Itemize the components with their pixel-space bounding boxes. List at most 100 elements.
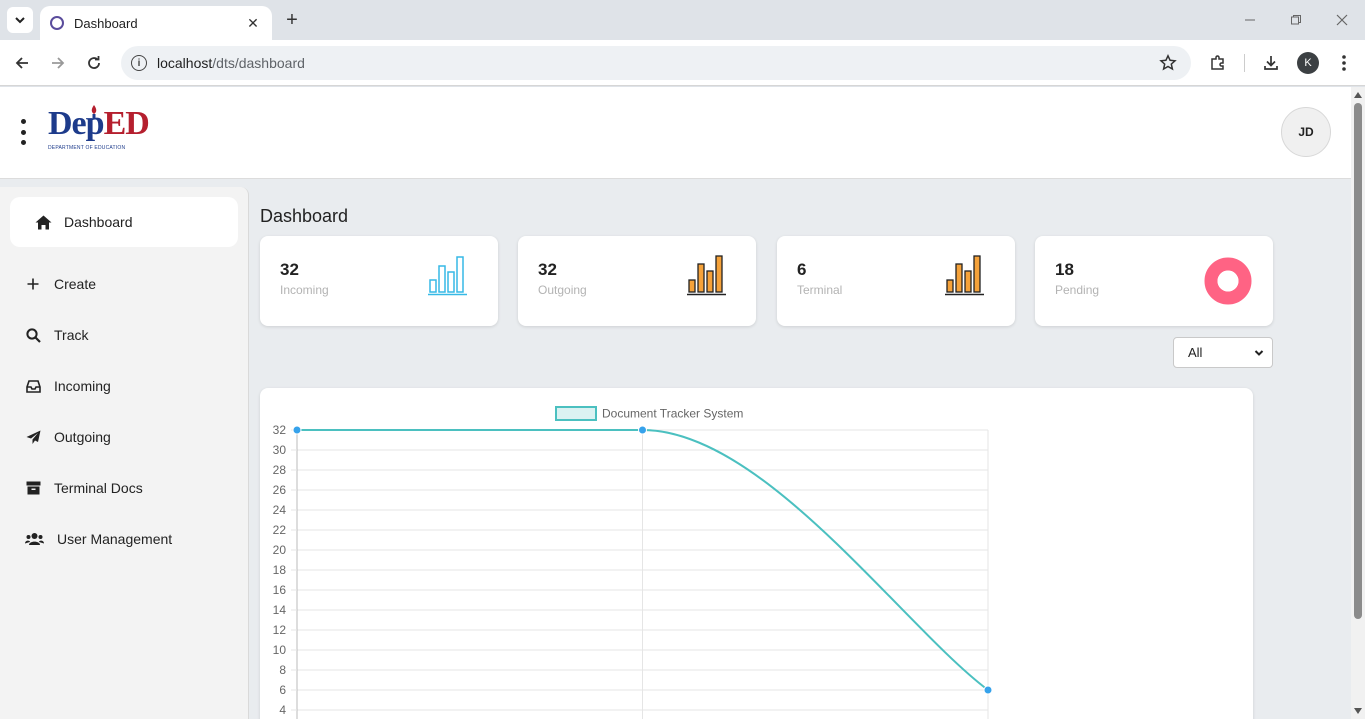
sidebar-item-track[interactable]: Track xyxy=(10,310,238,360)
profile-avatar[interactable]: K xyxy=(1297,52,1319,74)
close-window-icon[interactable] xyxy=(1330,8,1354,32)
sidebar-item-label: Outgoing xyxy=(54,429,111,445)
app-header: DepED DEPARTMENT OF EDUCATION JD xyxy=(0,87,1351,179)
sidebar-item-label: User Management xyxy=(57,531,173,547)
page-viewport: DepED DEPARTMENT OF EDUCATION JD Dashboa… xyxy=(0,87,1351,719)
sidebar-toggle-icon[interactable] xyxy=(18,119,28,145)
page-title: Dashboard xyxy=(260,206,349,226)
close-tab-icon[interactable]: ✕ xyxy=(244,15,262,32)
browser-tab-strip: Dashboard ✕ + xyxy=(0,0,1365,40)
sidebar-item-create[interactable]: Create xyxy=(10,259,238,309)
y-tick-label: 16 xyxy=(273,583,287,597)
y-tick-label: 20 xyxy=(273,543,287,557)
y-tick-label: 30 xyxy=(273,443,287,457)
data-point xyxy=(292,425,302,435)
paper-plane-icon xyxy=(24,428,42,446)
torch-icon xyxy=(91,105,97,119)
logo-text-ed: ED xyxy=(103,105,150,142)
sidebar-item-label: Terminal Docs xyxy=(54,480,143,496)
stat-card-pending[interactable]: 18 Pending xyxy=(1035,236,1273,326)
minimize-icon[interactable] xyxy=(1238,8,1262,32)
url-path: /dts/dashboard xyxy=(212,55,305,71)
scroll-up-icon[interactable] xyxy=(1354,92,1362,98)
chevron-down-icon xyxy=(1254,350,1264,356)
stat-card-terminal[interactable]: 6 Terminal xyxy=(777,236,1015,326)
reload-button[interactable] xyxy=(81,50,107,76)
browser-toolbar: i localhost/dts/dashboard xyxy=(0,40,1365,86)
sidebar-item-user-management[interactable]: User Management xyxy=(10,514,238,564)
line-chart: Document Tracker System 32 30 28 26 24 22 20 18 1… xyxy=(273,406,993,719)
browser-menu-button[interactable] xyxy=(1331,50,1357,76)
tab-search-button[interactable] xyxy=(7,7,33,33)
favicon-icon xyxy=(50,16,64,30)
arrow-left-icon xyxy=(15,57,28,69)
stat-card-outgoing[interactable]: 32 Outgoing xyxy=(518,236,756,326)
stat-value: 32 xyxy=(280,260,299,279)
bookmark-star-icon[interactable] xyxy=(1159,54,1177,72)
y-tick-label: 14 xyxy=(273,603,287,617)
home-icon xyxy=(34,213,52,231)
scroll-down-icon[interactable] xyxy=(1354,708,1362,714)
logo-subtitle: DEPARTMENT OF EDUCATION xyxy=(48,145,126,151)
filter-select[interactable]: All xyxy=(1173,337,1273,368)
data-point xyxy=(638,425,647,435)
data-point xyxy=(983,685,993,695)
deped-logo: DepED DEPARTMENT OF EDUCATION xyxy=(48,105,150,159)
sidebar-item-incoming[interactable]: Incoming xyxy=(10,361,238,411)
restore-icon[interactable] xyxy=(1284,8,1308,32)
forward-button[interactable] xyxy=(45,50,71,76)
user-avatar[interactable]: JD xyxy=(1281,107,1331,157)
stat-label: Pending xyxy=(1055,283,1100,297)
scrollbar-thumb[interactable] xyxy=(1354,103,1362,619)
y-tick-label: 12 xyxy=(273,623,287,637)
y-tick-label: 8 xyxy=(279,663,286,677)
sidebar-item-label: Dashboard xyxy=(64,214,133,230)
stat-label: Incoming xyxy=(280,283,329,297)
arrow-right-icon xyxy=(52,57,65,69)
inbox-icon xyxy=(24,377,42,395)
download-icon xyxy=(1264,56,1278,70)
browser-tab-dashboard[interactable]: Dashboard ✕ xyxy=(40,6,272,40)
tab-title: Dashboard xyxy=(74,15,138,31)
back-button[interactable] xyxy=(9,50,35,76)
plus-icon xyxy=(24,275,42,293)
new-tab-button[interactable]: + xyxy=(280,8,304,32)
stat-label: Outgoing xyxy=(538,283,587,297)
search-icon xyxy=(24,326,42,344)
y-tick-label: 26 xyxy=(273,483,287,497)
y-tick-label: 6 xyxy=(279,683,286,697)
legend-label: Document Tracker System xyxy=(602,407,743,421)
y-tick-label: 32 xyxy=(273,423,287,437)
stat-card-incoming[interactable]: 32 Incoming xyxy=(260,236,498,326)
extensions-button[interactable] xyxy=(1205,50,1231,76)
archive-icon xyxy=(24,479,42,497)
y-tick-label: 18 xyxy=(273,563,287,577)
bar-chart-filled-icon xyxy=(687,255,726,296)
stat-value: 18 xyxy=(1055,260,1074,279)
site-info-icon[interactable]: i xyxy=(131,55,147,71)
puzzle-icon xyxy=(1211,55,1224,70)
sidebar: Dashboard Create Track Incoming Outgoing xyxy=(0,187,249,719)
sidebar-item-label: Track xyxy=(54,327,89,343)
sidebar-item-outgoing[interactable]: Outgoing xyxy=(10,412,238,462)
sidebar-item-dashboard[interactable]: Dashboard xyxy=(10,197,238,247)
downloads-button[interactable] xyxy=(1258,50,1284,76)
users-icon xyxy=(24,530,45,548)
y-tick-label: 22 xyxy=(273,523,287,537)
url-host: localhost xyxy=(157,55,213,71)
sidebar-item-label: Create xyxy=(54,276,97,292)
y-tick-label: 4 xyxy=(279,703,286,717)
page-scrollbar[interactable] xyxy=(1351,87,1365,719)
donut-chart-icon xyxy=(1204,257,1252,305)
y-tick-label: 24 xyxy=(273,503,287,517)
sidebar-item-terminal-docs[interactable]: Terminal Docs xyxy=(10,463,238,513)
y-tick-label: 28 xyxy=(273,463,287,477)
bar-chart-outline-icon xyxy=(428,256,467,296)
kebab-menu-icon xyxy=(1342,55,1346,71)
y-tick-label: 10 xyxy=(273,643,287,657)
stat-value: 6 xyxy=(797,260,807,279)
address-bar[interactable]: i localhost/dts/dashboard xyxy=(121,46,1191,80)
chevron-down-icon xyxy=(15,17,25,24)
toolbar-divider xyxy=(1244,54,1245,72)
chart-card: Document Tracker System 32 30 28 26 24 22 20 18 1… xyxy=(260,388,1253,719)
